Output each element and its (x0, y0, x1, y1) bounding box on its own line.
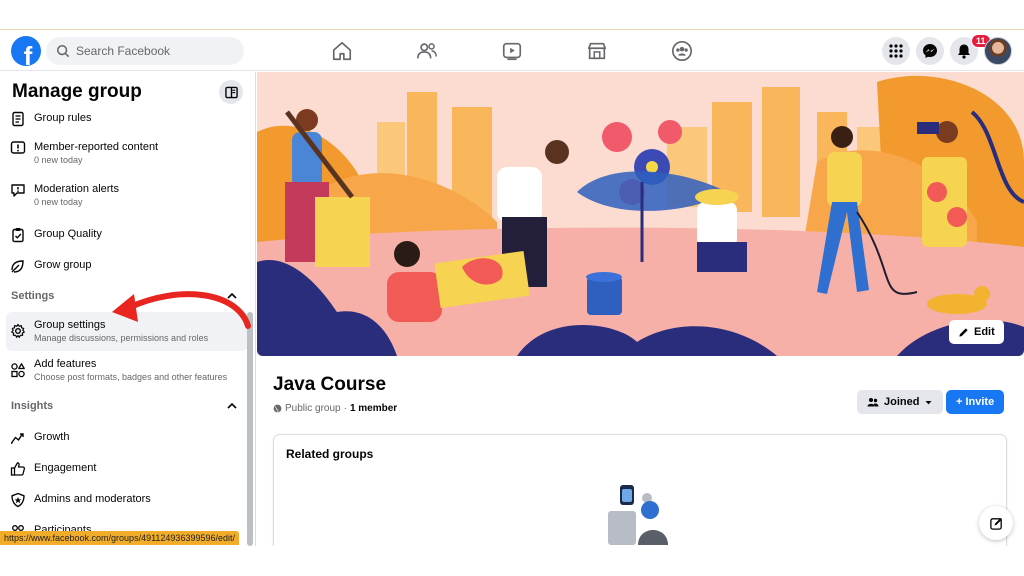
sidebar-item-label: Add features (34, 358, 97, 370)
report-icon (10, 140, 28, 158)
people-icon (867, 398, 879, 407)
sidebar-item-label: Engagement (34, 462, 97, 474)
group-member-count[interactable]: 1 member (350, 403, 397, 414)
rules-icon (10, 111, 28, 129)
top-navbar: f 11 (0, 31, 1024, 71)
profile-avatar[interactable] (984, 37, 1012, 65)
new-message-button[interactable] (979, 506, 1013, 540)
sidebar-item-admins-and-moderators[interactable]: Admins and moderators (6, 492, 248, 510)
quality-icon (10, 227, 28, 245)
sidebar-title: Manage group (12, 81, 142, 102)
messenger-icon (923, 44, 937, 58)
settings-section-heading: Settings (11, 290, 55, 302)
joined-label: Joined (884, 396, 920, 408)
search-icon (56, 44, 70, 58)
screen: f 11 Manage gro (0, 0, 1024, 576)
pencil-icon (959, 327, 968, 337)
sidebar-item-label: Member-reported content (34, 141, 159, 153)
sidebar-item-sub: Choose post formats, badges and other fe… (34, 372, 228, 382)
sidebar-item-sub: 0 new today (34, 155, 83, 165)
sidebar-item-label: Growth (34, 431, 70, 443)
red-arrow-annotation (112, 291, 251, 329)
panel-toggle-icon (224, 86, 238, 98)
link-status-url: https://www.facebook.com/groups/49112493… (0, 531, 239, 545)
bottom-margin (0, 546, 1024, 576)
insights-section-heading: Insights (11, 400, 54, 412)
facebook-logo-letter: f (23, 41, 33, 66)
edit-cover-label: Edit (974, 326, 995, 338)
sidebar-item-label: Group rules (34, 112, 92, 124)
groups-icon[interactable] (671, 40, 693, 62)
shield-icon (10, 492, 28, 510)
sidebar-item-add-features[interactable]: Add features Choose post formats, badges … (6, 357, 248, 384)
group-header: Java Course Public group · 1 member Join… (257, 356, 1024, 554)
facebook-logo[interactable]: f (11, 36, 41, 66)
invite-label: + Invite (956, 396, 995, 408)
people-illustration (608, 485, 668, 545)
marketplace-icon[interactable] (586, 40, 608, 62)
bell-icon (958, 44, 970, 59)
sidebar-scrollbar[interactable] (247, 312, 253, 546)
sidebar-item-label: Moderation alerts (34, 183, 119, 195)
sidebar-item-member-reported-content[interactable]: Member-reported content 0 new today (6, 140, 248, 167)
menu-grid-button[interactable] (882, 37, 910, 65)
meta-separator: · (343, 403, 347, 414)
search-box[interactable] (46, 37, 244, 65)
caret-down-icon (925, 400, 932, 404)
search-input[interactable] (76, 44, 236, 58)
growth-icon (10, 430, 28, 448)
home-icon[interactable] (331, 40, 353, 62)
sidebar-item-engagement[interactable]: Engagement (6, 461, 248, 479)
sidebar-item-label: Admins and moderators (34, 493, 151, 505)
related-groups-card: Related groups (273, 434, 1007, 554)
cover-illustration (257, 72, 1024, 356)
group-name: Java Course (273, 374, 387, 395)
sidebar-item-label: Group Quality (34, 228, 102, 240)
sidebar-item-group-rules[interactable]: Group rules (6, 111, 248, 129)
features-icon (10, 362, 28, 380)
chevron-up-icon[interactable] (226, 400, 238, 412)
group-main: Edit Java Course Public group · 1 member… (257, 72, 1024, 554)
grid-icon (889, 44, 903, 58)
sidebar-item-label: Grow group (34, 259, 92, 271)
sidebar-item-moderation-alerts[interactable]: Moderation alerts 0 new today (6, 182, 248, 209)
group-privacy[interactable]: Public group (285, 403, 341, 414)
group-cover-photo: Edit (257, 72, 1024, 356)
invite-button[interactable]: + Invite (946, 390, 1005, 414)
gear-icon (10, 323, 28, 341)
related-groups-title: Related groups (286, 447, 374, 461)
friends-icon[interactable] (416, 40, 438, 62)
top-margin (0, 0, 1024, 30)
sidebar-item-group-quality[interactable]: Group Quality (6, 227, 248, 245)
sidebar-item-grow-group[interactable]: Grow group (6, 258, 248, 276)
edit-cover-button[interactable]: Edit (949, 320, 1004, 344)
compose-icon (989, 517, 1002, 530)
sidebar-item-growth[interactable]: Growth (6, 430, 248, 448)
group-meta: Public group · 1 member (273, 403, 397, 414)
alert-icon (10, 182, 28, 200)
grow-icon (10, 258, 28, 276)
collapse-sidebar-button[interactable] (219, 80, 243, 104)
watch-icon[interactable] (501, 40, 523, 62)
joined-button[interactable]: Joined (857, 390, 944, 414)
globe-icon (273, 404, 282, 413)
sidebar-item-sub: 0 new today (34, 197, 83, 207)
thumbs-up-icon (10, 461, 28, 479)
messenger-button[interactable] (916, 37, 944, 65)
